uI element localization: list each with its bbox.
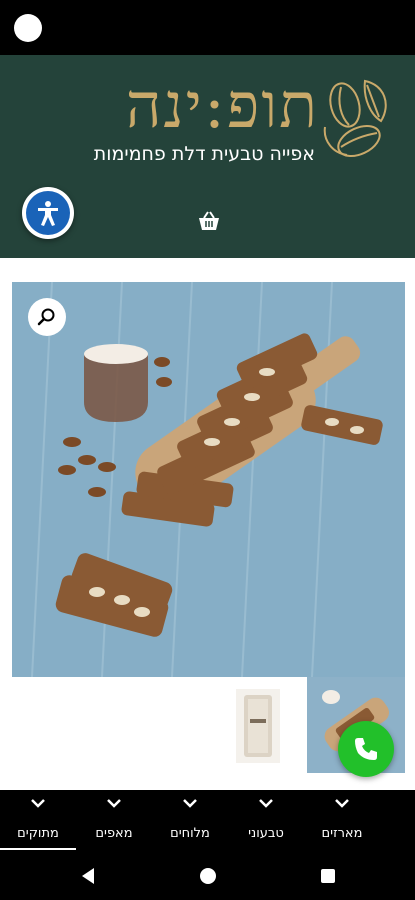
product-thumbnail-2[interactable]: [236, 689, 280, 763]
category-savory[interactable]: מלוחים: [152, 790, 228, 852]
zoom-button[interactable]: [28, 298, 66, 336]
site-header: תופ:ינה אפייה טבעית דלת פחמימות: [0, 55, 415, 258]
back-triangle-icon: [82, 868, 94, 884]
chevron-down-icon: [31, 799, 45, 808]
accessibility-icon: [26, 191, 70, 235]
recents-square-icon: [321, 869, 335, 883]
accessibility-button[interactable]: [22, 187, 74, 239]
cart-button[interactable]: [197, 209, 221, 233]
active-tab-indicator: [0, 848, 76, 850]
category-label: מלוחים: [170, 826, 210, 841]
phone-icon: [355, 738, 377, 760]
brand-tagline: אפייה טבעית דלת פחמימות: [93, 143, 315, 165]
chevron-down-icon: [107, 799, 121, 808]
app-screen: תופ:ינה אפייה טבעית דלת פחמימות: [0, 55, 415, 790]
category-pastries[interactable]: מאפים: [76, 790, 152, 852]
category-label: טבעוני: [248, 826, 284, 841]
back-button[interactable]: [76, 864, 100, 888]
system-nav-bar: [0, 852, 415, 900]
home-circle-icon: [200, 868, 216, 884]
category-label: מאפים: [95, 826, 133, 841]
magnifier-icon: [37, 308, 55, 326]
chevron-down-icon: [335, 799, 349, 808]
chevron-down-icon: [183, 799, 197, 808]
shopping-basket-icon: [199, 211, 219, 230]
recents-button[interactable]: [316, 864, 340, 888]
category-sweets[interactable]: מתוקים: [0, 790, 76, 852]
camera-cutout: [14, 14, 42, 42]
home-button[interactable]: [196, 864, 220, 888]
category-label: מתוקים: [17, 826, 59, 841]
call-button[interactable]: [338, 721, 394, 777]
chevron-down-icon: [259, 799, 273, 808]
status-bar: [0, 0, 415, 55]
product-main-image[interactable]: [12, 282, 405, 677]
category-vegan[interactable]: טבעוני: [228, 790, 304, 852]
category-nav: מתוקים מאפים מלוחים טבעוני מארזים: [0, 790, 415, 852]
brand-title[interactable]: תופ:ינה: [126, 69, 319, 143]
almond-leaves-logo: [323, 79, 387, 158]
category-packages[interactable]: מארזים: [304, 790, 380, 852]
category-label: מארזים: [321, 826, 363, 841]
